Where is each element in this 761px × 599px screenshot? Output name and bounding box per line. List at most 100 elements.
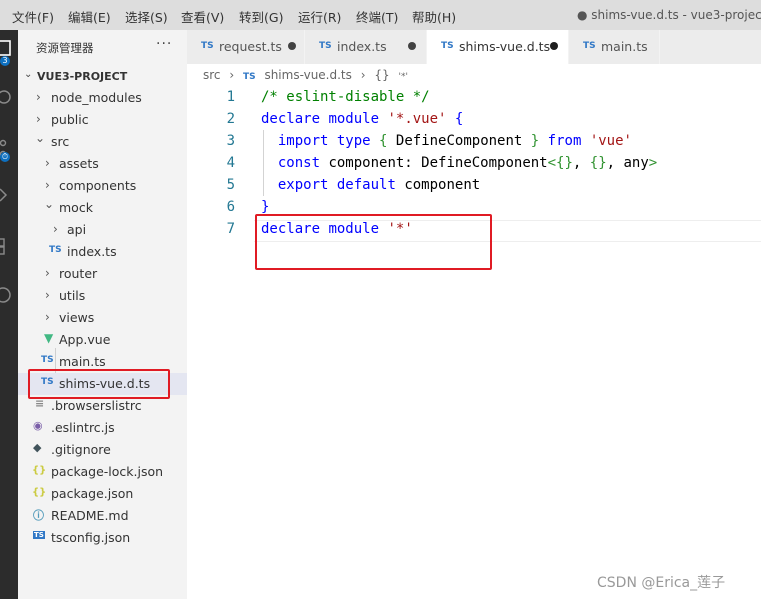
vue-file-icon: ▼ xyxy=(44,331,54,345)
modified-dot-icon[interactable] xyxy=(408,42,416,50)
bracket-token: < xyxy=(547,155,557,171)
menu-run[interactable]: 运行(R) xyxy=(298,7,341,26)
keyword-token: const xyxy=(277,155,321,171)
tab-shims-vue-d-ts[interactable]: TS shims-vue.d.ts xyxy=(427,30,569,64)
tab-request-ts[interactable]: TS request.ts xyxy=(187,30,305,64)
chevron-right-icon: › xyxy=(53,222,58,236)
tree-item-label: App.vue xyxy=(59,332,111,347)
code-text: declare module '*.vue' { xyxy=(261,111,463,127)
tree-item-package-json[interactable]: {} package.json xyxy=(18,483,187,505)
explorer-icon[interactable] xyxy=(0,38,18,58)
tab-bar: TS request.ts TS index.ts TS shims-vue.d… xyxy=(187,30,761,64)
explorer-title: 资源管理器 xyxy=(36,41,94,55)
breadcrumb: src › TS shims-vue.d.ts › {} '*' xyxy=(203,68,413,82)
tree-item-components[interactable]: › components xyxy=(18,175,187,197)
brace-token: {} xyxy=(589,155,607,171)
typescript-file-icon: TS xyxy=(49,245,62,255)
comment-token: /* eslint-disable */ xyxy=(261,89,430,105)
menu-terminal[interactable]: 终端(T) xyxy=(356,7,398,26)
tree-item-eslintrc[interactable]: ◉ .eslintrc.js xyxy=(18,417,187,439)
typescript-file-icon: TS xyxy=(41,355,54,365)
line-number: 6 xyxy=(226,199,235,215)
tree-item-label: components xyxy=(59,178,137,193)
tree-item-views[interactable]: › views xyxy=(18,307,187,329)
code-editor[interactable]: 1 /* eslint-disable */ 2 declare module … xyxy=(187,86,761,599)
menu-edit[interactable]: 编辑(E) xyxy=(68,7,111,26)
brace-token: } xyxy=(261,199,270,215)
eslint-file-icon: ◉ xyxy=(33,419,43,432)
code-text: const component: DefineComponent<{}, {},… xyxy=(261,155,657,171)
tree-item-label: src xyxy=(51,134,70,149)
tree-item-node-modules[interactable]: › node_modules xyxy=(18,87,187,109)
run-debug-icon[interactable] xyxy=(0,185,18,205)
line-number: 7 xyxy=(226,221,235,237)
brace-token: { xyxy=(379,133,388,149)
tree-item-app-vue[interactable]: ▼ App.vue xyxy=(18,329,187,351)
typescript-file-icon: TS xyxy=(243,72,256,82)
info-file-icon: ⓘ xyxy=(33,509,44,522)
keyword-token: import xyxy=(277,133,329,149)
keyword-token: default xyxy=(336,177,396,193)
tree-item-tsconfig[interactable]: TS tsconfig.json xyxy=(18,527,187,549)
highlight-box-sidebar xyxy=(28,369,170,399)
tab-main-ts[interactable]: TS main.ts xyxy=(569,30,660,64)
string-token: 'vue' xyxy=(589,133,632,149)
code-text: } xyxy=(261,199,269,215)
extensions-icon[interactable] xyxy=(0,235,18,255)
code-text: export default component xyxy=(261,177,480,193)
more-actions-icon[interactable]: ··· xyxy=(156,36,172,52)
tree-item-api[interactable]: › api xyxy=(18,219,187,241)
tsconfig-file-icon: TS xyxy=(33,531,45,539)
menu-help[interactable]: 帮助(H) xyxy=(412,7,456,26)
code-text: import type { DefineComponent } from 'vu… xyxy=(261,133,632,149)
chevron-right-icon: › xyxy=(45,266,50,280)
chevron-right-icon: › xyxy=(45,178,50,192)
tree-item-assets[interactable]: › assets xyxy=(18,153,187,175)
breadcrumb-file[interactable]: shims-vue.d.ts xyxy=(264,68,351,82)
chevron-right-icon: › xyxy=(36,112,41,126)
chevron-down-icon: ⌄ xyxy=(35,131,46,145)
menu-file[interactable]: 文件(F) xyxy=(12,7,54,26)
keyword-token: from xyxy=(547,133,582,149)
code-line: 2 declare module '*.vue' { xyxy=(187,108,761,130)
menu-bar: 文件(F) 编辑(E) 选择(S) 查看(V) 转到(G) 运行(R) 终端(T… xyxy=(0,0,761,30)
tree-item-package-lock-json[interactable]: {} package-lock.json xyxy=(18,461,187,483)
tree-item-router[interactable]: › router xyxy=(18,263,187,285)
tree-item-gitignore[interactable]: ◆ .gitignore xyxy=(18,439,187,461)
line-number: 5 xyxy=(226,177,235,193)
highlight-box-editor xyxy=(255,214,492,270)
activity-bar: 3 ⏱ xyxy=(0,30,18,599)
tab-index-ts[interactable]: TS index.ts xyxy=(305,30,427,64)
explorer-sidebar: 资源管理器 ··· ⌄ VUE3-PROJECT › node_modules … xyxy=(18,30,187,599)
identifier-token: DefineComponent xyxy=(395,133,523,149)
menu-selection[interactable]: 选择(S) xyxy=(125,7,168,26)
string-token: '*.vue' xyxy=(387,111,447,127)
modified-dot-icon[interactable] xyxy=(550,42,558,50)
search-icon[interactable] xyxy=(0,88,18,108)
menu-view[interactable]: 查看(V) xyxy=(181,7,224,26)
breadcrumb-folder[interactable]: src xyxy=(203,68,221,82)
tree-item-mock-index-ts[interactable]: TS index.ts xyxy=(18,241,187,263)
breadcrumb-symbol[interactable]: '*' xyxy=(398,72,407,82)
identifier-token: , any xyxy=(606,155,649,171)
remote-icon[interactable] xyxy=(0,285,18,305)
bracket-token: > xyxy=(648,155,658,171)
typescript-file-icon: TS xyxy=(201,41,214,51)
chevron-right-icon: › xyxy=(360,68,366,82)
tree-item-readme[interactable]: ⓘ README.md xyxy=(18,505,187,527)
typescript-file-icon: TS xyxy=(441,41,454,51)
tree-item-mock[interactable]: ⌄ mock xyxy=(18,197,187,219)
menu-go[interactable]: 转到(G) xyxy=(239,7,283,26)
line-number: 3 xyxy=(226,133,235,149)
typescript-file-icon: TS xyxy=(583,41,596,51)
tree-item-src[interactable]: ⌄ src xyxy=(18,131,187,153)
tree-item-utils[interactable]: › utils xyxy=(18,285,187,307)
modified-dot-icon[interactable] xyxy=(288,42,296,50)
typescript-file-icon: TS xyxy=(319,41,332,51)
git-file-icon: ◆ xyxy=(33,441,42,454)
project-name: VUE3-PROJECT xyxy=(37,70,128,83)
tree-item-public[interactable]: › public xyxy=(18,109,187,131)
tree-item-label: views xyxy=(59,310,95,325)
project-header[interactable]: ⌄ VUE3-PROJECT xyxy=(18,66,187,88)
brace-token: } xyxy=(530,133,540,149)
